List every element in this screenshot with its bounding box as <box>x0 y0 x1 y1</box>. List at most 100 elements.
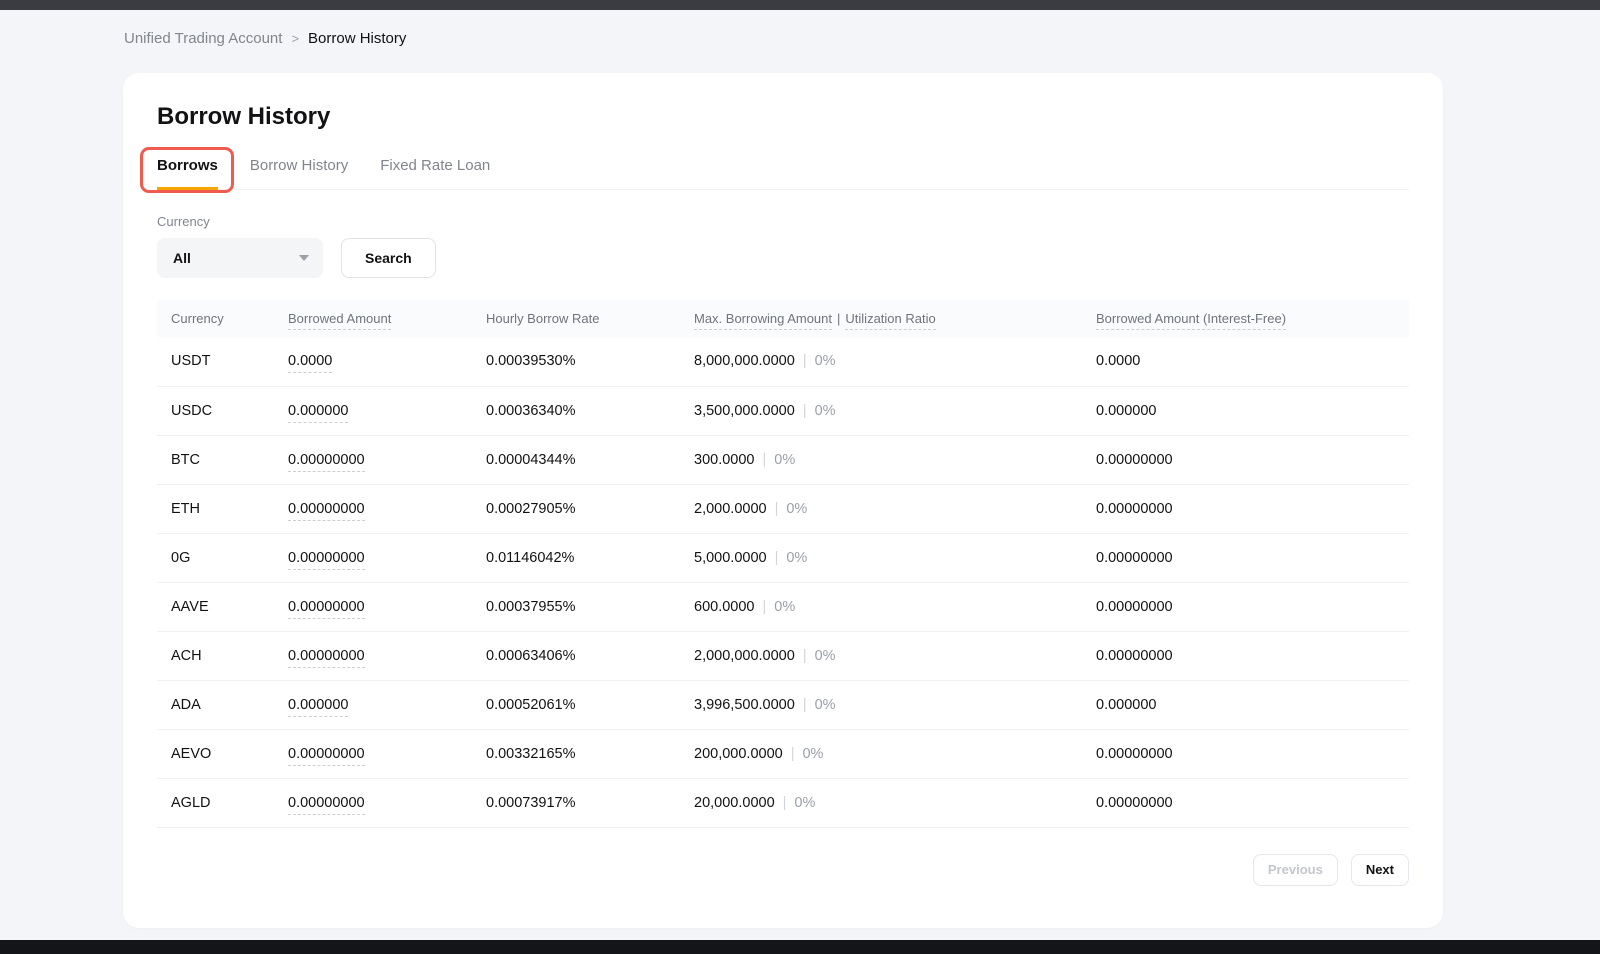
cell-hourly-rate: 0.00039530% <box>486 337 694 386</box>
cell-borrowed-amount: 0.000000 <box>288 680 486 729</box>
cell-currency: AAVE <box>157 582 288 631</box>
cell-borrowed-amount: 0.00000000 <box>288 533 486 582</box>
utilization-value: 0% <box>786 550 807 566</box>
table-row: AEVO 0.00000000 0.00332165% 200,000.0000… <box>157 729 1409 778</box>
previous-page-button[interactable]: Previous <box>1253 854 1338 886</box>
header-currency: Currency <box>157 300 288 337</box>
value-separator: | <box>803 697 807 713</box>
utilization-value: 0% <box>815 403 836 419</box>
cell-currency: 0G <box>157 533 288 582</box>
cell-currency: AEVO <box>157 729 288 778</box>
top-window-bar <box>0 0 1600 10</box>
value-separator: | <box>803 403 807 419</box>
borrowed-amount-value[interactable]: 0.000000 <box>288 697 348 717</box>
cell-currency: ETH <box>157 484 288 533</box>
borrowed-amount-value[interactable]: 0.00000000 <box>288 550 365 570</box>
table-row: USDC 0.000000 0.00036340% 3,500,000.0000… <box>157 386 1409 435</box>
cell-currency: ADA <box>157 680 288 729</box>
currency-select-value: All <box>173 250 191 266</box>
cell-hourly-rate: 0.00052061% <box>486 680 694 729</box>
cell-borrowed-amount: 0.00000000 <box>288 631 486 680</box>
utilization-value: 0% <box>774 599 795 615</box>
cell-hourly-rate: 0.00004344% <box>486 435 694 484</box>
table-row: USDT 0.0000 0.00039530% 8,000,000.0000|0… <box>157 337 1409 386</box>
cell-borrowed-amount: 0.00000000 <box>288 484 486 533</box>
chevron-down-icon <box>299 255 309 261</box>
breadcrumb-parent-link[interactable]: Unified Trading Account <box>124 30 282 47</box>
header-max-borrowing-utilization: Max. Borrowing Amount|Utilization Ratio <box>694 300 1096 337</box>
cell-hourly-rate: 0.00036340% <box>486 386 694 435</box>
utilization-value: 0% <box>802 746 823 762</box>
table-row: 0G 0.00000000 0.01146042% 5,000.0000|0% … <box>157 533 1409 582</box>
max-borrowing-value: 8,000,000.0000 <box>694 353 795 369</box>
borrowed-amount-value[interactable]: 0.00000000 <box>288 648 365 668</box>
cell-interest-free: 0.00000000 <box>1096 631 1409 680</box>
cell-currency: BTC <box>157 435 288 484</box>
value-separator: | <box>803 648 807 664</box>
cell-currency: ACH <box>157 631 288 680</box>
max-borrowing-value: 3,500,000.0000 <box>694 403 795 419</box>
cell-max-utilization: 2,000.0000 | 0% <box>694 484 1096 533</box>
header-utilization-ratio-label[interactable]: Utilization Ratio <box>845 311 935 330</box>
value-separator: | <box>803 353 807 369</box>
tab-borrows[interactable]: Borrows <box>157 157 218 190</box>
borrowed-amount-value[interactable]: 0.0000 <box>288 353 332 373</box>
utilization-value: 0% <box>815 648 836 664</box>
cell-interest-free: 0.00000000 <box>1096 778 1409 827</box>
borrowed-amount-value[interactable]: 0.00000000 <box>288 746 365 766</box>
tab-fixed-rate-loan[interactable]: Fixed Rate Loan <box>380 157 490 190</box>
cell-max-utilization: 8,000,000.0000|0% <box>694 337 1096 386</box>
header-borrowed-amount-label[interactable]: Borrowed Amount <box>288 311 391 330</box>
breadcrumb-current: Borrow History <box>308 30 406 47</box>
max-borrowing-value: 2,000.0000 <box>694 501 767 517</box>
table-row: ADA 0.000000 0.00052061% 3,996,500.0000 |… <box>157 680 1409 729</box>
table-row: ACH 0.00000000 0.00063406% 2,000,000.000… <box>157 631 1409 680</box>
borrowed-amount-value[interactable]: 0.00000000 <box>288 795 365 815</box>
cell-currency: USDT <box>157 337 288 386</box>
tab-bar: Borrows Borrow History Fixed Rate Loan <box>157 157 1409 190</box>
tab-borrow-history[interactable]: Borrow History <box>250 157 348 190</box>
value-separator: | <box>791 746 795 762</box>
cell-max-utilization: 2,000,000.0000 | 0% <box>694 631 1096 680</box>
borrowed-amount-value[interactable]: 0.00000000 <box>288 599 365 619</box>
borrowed-amount-value[interactable]: 0.00000000 <box>288 452 365 472</box>
cell-max-utilization: 600.0000|0% <box>694 582 1096 631</box>
utilization-value: 0% <box>774 452 795 468</box>
currency-filter-label: Currency <box>157 214 1409 229</box>
max-borrowing-value: 3,996,500.0000 <box>694 697 795 713</box>
table-header-row: Currency Borrowed Amount Hourly Borrow R… <box>157 300 1409 337</box>
chevron-right-icon: > <box>291 31 299 46</box>
value-separator: | <box>775 501 779 517</box>
borrowed-amount-value[interactable]: 0.00000000 <box>288 501 365 521</box>
header-max-borrowing-label[interactable]: Max. Borrowing Amount <box>694 311 832 330</box>
table-row: BTC 0.00000000 0.00004344% 300.0000|0% 0… <box>157 435 1409 484</box>
cell-hourly-rate: 0.00027905% <box>486 484 694 533</box>
max-borrowing-value: 20,000.0000 <box>694 795 775 811</box>
cell-currency: USDC <box>157 386 288 435</box>
bottom-window-bar <box>0 940 1600 954</box>
utilization-value: 0% <box>786 501 807 517</box>
search-button[interactable]: Search <box>341 238 436 278</box>
value-separator: | <box>775 550 779 566</box>
max-borrowing-value: 2,000,000.0000 <box>694 648 795 664</box>
header-interest-free-label[interactable]: Borrowed Amount (Interest-Free) <box>1096 311 1286 330</box>
header-interest-free: Borrowed Amount (Interest-Free) <box>1096 300 1409 337</box>
borrowed-amount-value[interactable]: 0.000000 <box>288 403 348 423</box>
cell-hourly-rate: 0.00037955% <box>486 582 694 631</box>
cell-hourly-rate: 0.00073917% <box>486 778 694 827</box>
cell-max-utilization: 300.0000|0% <box>694 435 1096 484</box>
cell-borrowed-amount: 0.00000000 <box>288 729 486 778</box>
cell-interest-free: 0.00000000 <box>1096 533 1409 582</box>
utilization-value: 0% <box>794 795 815 811</box>
cell-interest-free: 0.00000000 <box>1096 484 1409 533</box>
cell-interest-free: 0.00000000 <box>1096 582 1409 631</box>
cell-hourly-rate: 0.01146042% <box>486 533 694 582</box>
max-borrowing-value: 300.0000 <box>694 452 754 468</box>
cell-currency: AGLD <box>157 778 288 827</box>
pagination: Previous Next <box>157 854 1409 886</box>
cell-max-utilization: 20,000.0000|0% <box>694 778 1096 827</box>
currency-select[interactable]: All <box>157 238 323 278</box>
borrows-table: Currency Borrowed Amount Hourly Borrow R… <box>157 300 1409 828</box>
cell-interest-free: 0.000000 <box>1096 386 1409 435</box>
next-page-button[interactable]: Next <box>1351 854 1409 886</box>
